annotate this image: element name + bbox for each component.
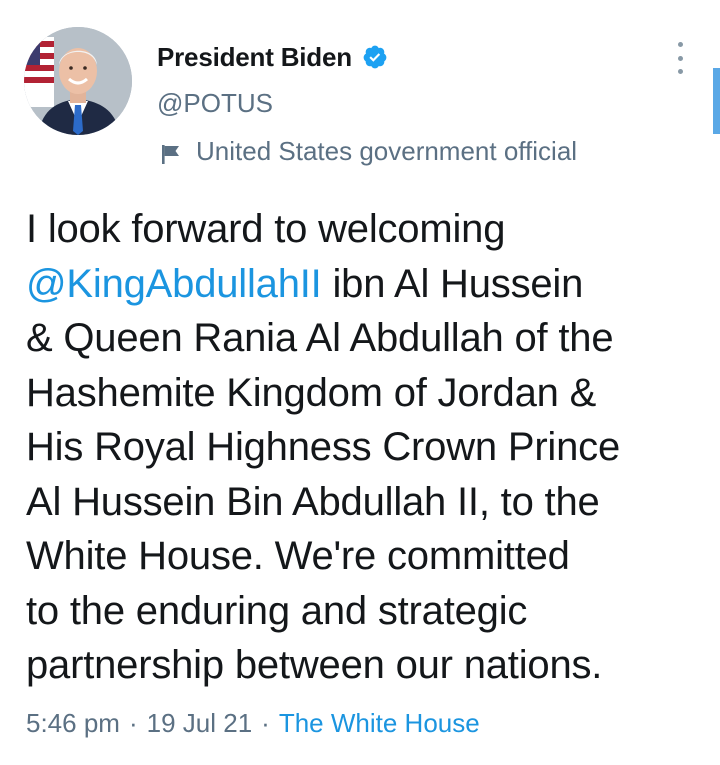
tweet-time[interactable]: 5:46 pm: [26, 708, 120, 739]
tweet-date[interactable]: 19 Jul 21: [147, 708, 253, 739]
author-name-row[interactable]: President Biden: [157, 38, 388, 76]
separator: ·: [128, 708, 138, 738]
account-label: United States government official: [160, 136, 577, 167]
author-display-name[interactable]: President Biden: [157, 42, 352, 73]
tweet-text-rest: ibn Al Hussein & Queen Rania Al Abdullah…: [26, 261, 621, 688]
tweet-card: President Biden @POTUS United States gov…: [0, 0, 720, 765]
tweet-text-start: I look forward to welcoming: [26, 207, 506, 251]
separator: ·: [261, 708, 270, 738]
avatar[interactable]: [24, 27, 132, 135]
account-label-text: United States government official: [196, 136, 578, 166]
verified-badge-icon: [362, 44, 388, 70]
mention-link[interactable]: @KingAbdullahII: [26, 262, 322, 306]
tweet-metadata: 5:46 pm · 19 Jul 21 · The White House: [26, 708, 480, 739]
flag-icon: [160, 141, 182, 164]
more-options-button[interactable]: [668, 38, 692, 78]
tweet-source-link[interactable]: The White House: [279, 708, 480, 739]
more-vertical-icon: [677, 42, 683, 47]
tweet-text: I look forward to welcoming @KingAbdulla…: [26, 202, 706, 693]
avatar-image: [24, 27, 132, 135]
author-handle[interactable]: @POTUS: [157, 88, 273, 119]
scrollbar[interactable]: [713, 68, 720, 134]
